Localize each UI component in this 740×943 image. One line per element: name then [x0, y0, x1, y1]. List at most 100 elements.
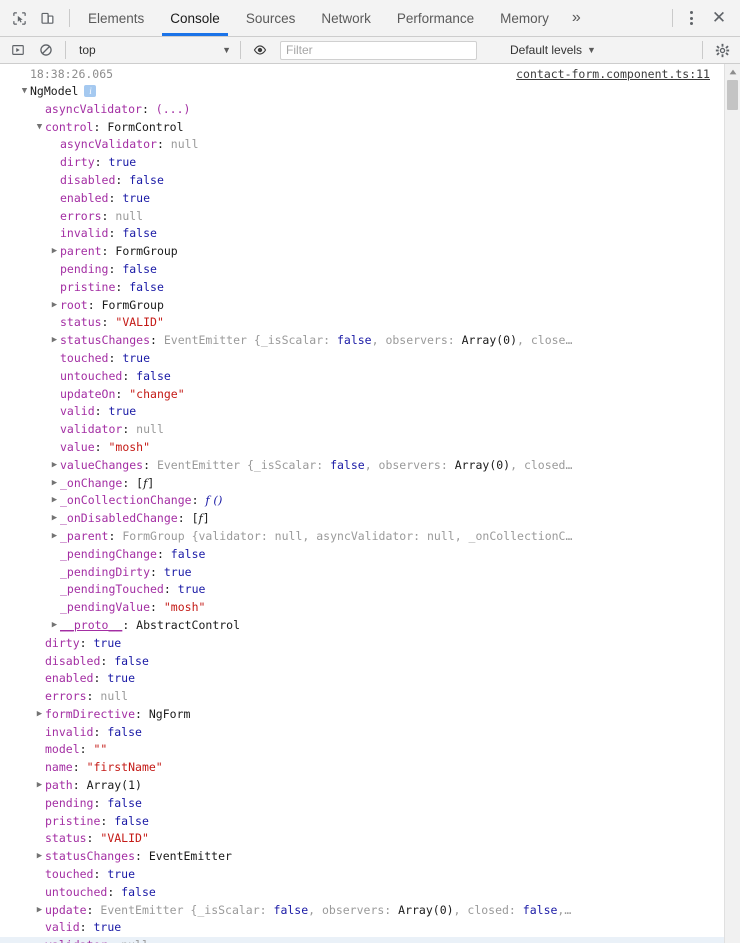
execution-context-selector[interactable]: top ▼ — [71, 40, 235, 61]
disclosure-triangle-collapsed[interactable]: ▶ — [49, 243, 60, 261]
property-row[interactable]: invalid: false — [0, 724, 724, 742]
log-levels-dropdown[interactable]: Default levels ▼ — [510, 43, 596, 57]
property-row[interactable]: invalid: false — [0, 225, 724, 243]
property-row[interactable]: validator: null — [0, 937, 724, 943]
property-separator: : — [86, 902, 101, 917]
property-value: true — [122, 350, 151, 365]
tab-memory[interactable]: Memory — [487, 0, 562, 36]
property-separator: : — [101, 315, 116, 330]
live-expression-icon[interactable] — [246, 36, 274, 64]
more-options-icon[interactable] — [678, 5, 704, 31]
close-label: ✕ — [711, 8, 727, 27]
property-row[interactable]: untouched: false — [0, 884, 724, 902]
property-row[interactable]: errors: null — [0, 688, 724, 706]
tab-performance[interactable]: Performance — [384, 0, 487, 36]
info-badge-icon[interactable]: i — [84, 84, 97, 97]
property-row[interactable]: _pendingValue: "mosh" — [0, 599, 724, 617]
property-row[interactable]: pristine: false — [0, 813, 724, 831]
close-icon[interactable]: ✕ — [704, 5, 734, 31]
property-row[interactable]: ▼ control: FormControl — [0, 119, 724, 137]
object-root-row[interactable]: ▼ NgModel i — [0, 83, 724, 101]
tab-sources[interactable]: Sources — [233, 0, 309, 36]
disclosure-triangle-collapsed[interactable]: ▶ — [49, 297, 60, 315]
property-row[interactable]: dirty: true — [0, 635, 724, 653]
more-tabs-button[interactable]: » — [562, 0, 591, 36]
property-row[interactable]: ▶ formDirective: NgForm — [0, 706, 724, 724]
property-key: touched — [45, 867, 94, 882]
disclosure-triangle-collapsed[interactable]: ▶ — [34, 848, 45, 866]
execution-context-icon[interactable] — [4, 36, 32, 64]
property-row[interactable]: value: "mosh" — [0, 439, 724, 457]
property-separator: : — [191, 493, 206, 508]
property-separator: : — [108, 261, 123, 276]
property-row[interactable]: _pendingChange: false — [0, 546, 724, 564]
scrollbar-up-arrow-icon[interactable] — [725, 64, 740, 79]
property-separator: : — [93, 671, 108, 686]
tab-elements[interactable]: Elements — [75, 0, 157, 36]
property-row[interactable]: model: "" — [0, 741, 724, 759]
property-key: formDirective — [45, 706, 136, 721]
property-row[interactable]: valid: true — [0, 919, 724, 937]
disclosure-triangle-collapsed[interactable]: ▶ — [49, 332, 60, 350]
property-row[interactable]: pristine: false — [0, 279, 724, 297]
property-row[interactable]: updateOn: "change" — [0, 386, 724, 404]
property-row[interactable]: status: "VALID" — [0, 830, 724, 848]
disclosure-triangle-collapsed[interactable]: ▶ — [49, 475, 60, 493]
property-row[interactable]: disabled: false — [0, 653, 724, 671]
property-row[interactable]: enabled: true — [0, 190, 724, 208]
property-row[interactable]: name: "firstName" — [0, 759, 724, 777]
disclosure-triangle-collapsed[interactable]: ▶ — [49, 617, 60, 635]
property-row[interactable]: touched: true — [0, 866, 724, 884]
property-row[interactable]: dirty: true — [0, 154, 724, 172]
disclosure-triangle-collapsed[interactable]: ▶ — [49, 510, 60, 528]
property-row[interactable]: asyncValidator: null — [0, 136, 724, 154]
console-scrollbar[interactable] — [724, 64, 740, 943]
property-row[interactable]: _pendingTouched: true — [0, 581, 724, 599]
property-row[interactable]: validator: null — [0, 421, 724, 439]
tab-console[interactable]: Console — [157, 0, 233, 36]
property-row[interactable]: status: "VALID" — [0, 314, 724, 332]
property-row[interactable]: valid: true — [0, 403, 724, 421]
property-row[interactable]: ▶ root: FormGroup — [0, 297, 724, 315]
property-row[interactable]: enabled: true — [0, 670, 724, 688]
disclosure-triangle-collapsed[interactable]: ▶ — [49, 528, 60, 546]
property-row[interactable]: pending: false — [0, 795, 724, 813]
property-row[interactable]: disabled: false — [0, 172, 724, 190]
property-row[interactable]: touched: true — [0, 350, 724, 368]
scrollbar-thumb[interactable] — [727, 80, 738, 110]
disclosure-triangle-expanded[interactable]: ▼ — [34, 119, 45, 137]
disclosure-triangle-expanded[interactable]: ▼ — [19, 83, 30, 101]
disclosure-triangle-collapsed[interactable]: ▶ — [49, 457, 60, 475]
disclosure-triangle-collapsed[interactable]: ▶ — [34, 706, 45, 724]
property-row[interactable]: ▶ _onCollectionChange: f () — [0, 492, 724, 510]
property-row[interactable]: _pendingDirty: true — [0, 564, 724, 582]
property-row[interactable]: ▶ statusChanges: EventEmitter — [0, 848, 724, 866]
property-row[interactable]: ▶ path: Array(1) — [0, 777, 724, 795]
filter-input[interactable] — [280, 40, 477, 60]
property-row[interactable]: ▶ _onChange: [f] — [0, 475, 724, 493]
property-value: true — [93, 635, 122, 650]
property-row[interactable]: ▶ valueChanges: EventEmitter {_isScalar: … — [0, 457, 724, 475]
tab-network[interactable]: Network — [308, 0, 384, 36]
property-row[interactable]: errors: null — [0, 208, 724, 226]
disclosure-triangle-collapsed[interactable]: ▶ — [34, 777, 45, 795]
disclosure-triangle-collapsed[interactable]: ▶ — [49, 492, 60, 510]
property-row[interactable]: ▶ _onDisabledChange: [f] — [0, 510, 724, 528]
source-link[interactable]: contact-form.component.ts:11 — [516, 67, 710, 81]
clear-console-icon[interactable] — [32, 36, 60, 64]
property-row[interactable]: ▶ __proto__: AbstractControl — [0, 617, 724, 635]
disclosure-triangle-collapsed[interactable]: ▶ — [34, 902, 45, 920]
property-row[interactable]: untouched: false — [0, 368, 724, 386]
property-row[interactable]: ▶ parent: FormGroup — [0, 243, 724, 261]
settings-gear-icon[interactable] — [708, 38, 736, 62]
property-row[interactable]: pending: false — [0, 261, 724, 279]
property-row[interactable]: ▶ update: EventEmitter {_isScalar: false,… — [0, 902, 724, 920]
property-row[interactable]: ▶ _parent: FormGroup {validator: null, as… — [0, 528, 724, 546]
property-row[interactable]: ▶ statusChanges: EventEmitter {_isScalar:… — [0, 332, 724, 350]
property-row[interactable]: asyncValidator: (...) — [0, 101, 724, 119]
inspect-cursor-icon[interactable] — [5, 4, 33, 32]
panel-tabs: Elements Console Sources Network Perform… — [75, 0, 591, 36]
property-separator: : — [122, 617, 137, 632]
device-toolbar-icon[interactable] — [33, 4, 61, 32]
